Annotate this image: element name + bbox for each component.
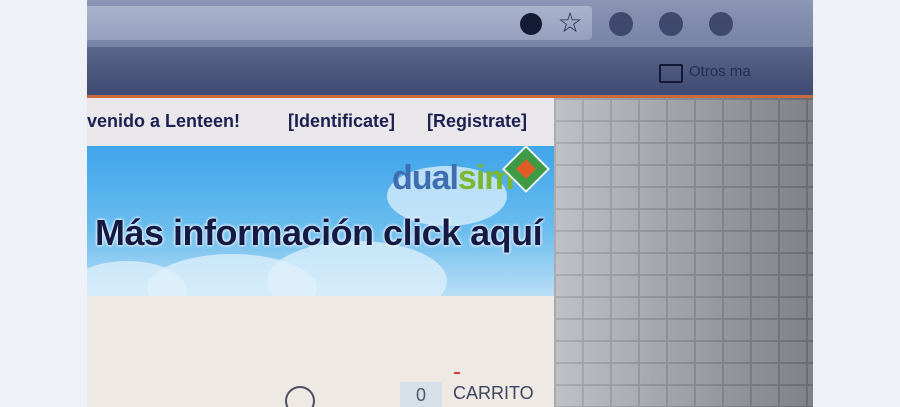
star-icon[interactable]: ☆ xyxy=(555,8,585,38)
search-icon[interactable] xyxy=(285,386,315,407)
promo-link[interactable]: Más información click aquí xyxy=(95,212,543,254)
other-bookmarks-label[interactable]: Otros ma xyxy=(689,63,751,80)
screen: ☆ Otros ma venido a Lenteen! [Identifica… xyxy=(87,0,813,407)
folder-icon[interactable] xyxy=(659,64,683,83)
register-link[interactable]: [Registrate] xyxy=(427,111,527,132)
toolbar-icon[interactable] xyxy=(609,12,633,36)
page-content: venido a Lenteen! [Identificate] [Regist… xyxy=(87,98,554,407)
cart-indicator xyxy=(454,372,460,374)
cart-count: 0 xyxy=(400,382,442,407)
cart-link[interactable]: CARRITO xyxy=(453,383,534,404)
address-bar[interactable] xyxy=(87,6,592,40)
cart-row: 0 CARRITO xyxy=(87,368,554,407)
login-link[interactable]: [Identificate] xyxy=(288,111,395,132)
brick-wall-background xyxy=(554,98,813,407)
bookmarks-bar: Otros ma xyxy=(87,47,813,95)
toolbar-icon[interactable] xyxy=(659,12,683,36)
extension-icon[interactable] xyxy=(520,13,542,35)
toolbar-icon[interactable] xyxy=(709,12,733,36)
welcome-bar: venido a Lenteen! [Identificate] [Regist… xyxy=(87,98,554,146)
brand-logo-text: dualsim xyxy=(392,159,514,197)
browser-toolbar: ☆ xyxy=(87,0,813,47)
promo-banner[interactable]: dualsim Más información click aquí xyxy=(87,146,554,296)
welcome-text: venido a Lenteen! xyxy=(87,111,241,131)
